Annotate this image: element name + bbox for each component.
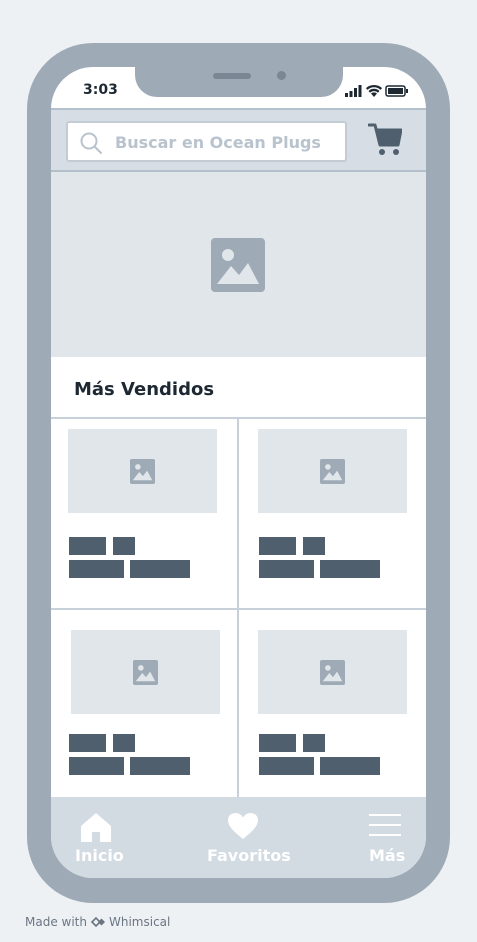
text-placeholder [69, 537, 106, 555]
text-placeholder [130, 560, 190, 578]
tab-inicio[interactable]: Inicio [69, 797, 129, 878]
search-icon [80, 132, 102, 154]
hero-banner-image[interactable] [51, 172, 426, 357]
signal-icon [345, 85, 362, 97]
product-image [258, 630, 407, 714]
front-camera [277, 71, 286, 80]
image-placeholder-icon [320, 660, 345, 685]
product-card[interactable] [51, 417, 237, 606]
image-placeholder-icon [133, 660, 158, 685]
text-placeholder [69, 560, 124, 578]
text-placeholder [259, 757, 314, 775]
text-placeholder [259, 537, 296, 555]
made-with-footer[interactable]: Made with Whimsical [25, 915, 170, 929]
text-placeholder [259, 734, 296, 752]
tab-favoritos[interactable]: Favoritos [201, 797, 291, 878]
product-image [258, 429, 407, 513]
tab-label: Más [369, 846, 406, 865]
phone-notch [135, 67, 343, 97]
phone-screen: 3:03 Buscar en Ocean Plugs Más Vendidos … [51, 67, 426, 878]
battery-icon [385, 85, 408, 97]
text-placeholder [69, 757, 124, 775]
text-placeholder [303, 537, 325, 555]
text-placeholder [69, 734, 106, 752]
heart-icon [228, 813, 258, 839]
text-placeholder [113, 537, 135, 555]
image-placeholder-icon [130, 459, 155, 484]
top-bar: Buscar en Ocean Plugs [51, 108, 426, 172]
product-image [68, 429, 217, 513]
product-image [71, 630, 220, 714]
tab-label: Favoritos [207, 846, 291, 865]
image-placeholder-icon [320, 459, 345, 484]
text-placeholder [130, 757, 190, 775]
hamburger-menu-icon [369, 814, 401, 836]
footer-text: Made with [25, 915, 87, 929]
home-icon [81, 813, 111, 842]
image-placeholder-icon [211, 238, 265, 292]
section-title: Más Vendidos [74, 379, 215, 400]
tab-mas[interactable]: Más [365, 797, 415, 878]
wifi-icon [366, 84, 382, 97]
whimsical-logo-icon [90, 916, 105, 928]
text-placeholder [259, 560, 314, 578]
product-card[interactable] [239, 417, 426, 606]
text-placeholder [320, 560, 380, 578]
phone-frame: 3:03 Buscar en Ocean Plugs Más Vendidos … [27, 43, 450, 903]
search-input[interactable]: Buscar en Ocean Plugs [66, 121, 347, 162]
cart-icon[interactable] [368, 121, 402, 157]
status-time: 3:03 [83, 82, 118, 98]
product-card[interactable] [239, 608, 426, 797]
tab-label: Inicio [75, 846, 124, 865]
text-placeholder [113, 734, 135, 752]
text-placeholder [303, 734, 325, 752]
text-placeholder [320, 757, 380, 775]
footer-brand: Whimsical [108, 915, 171, 929]
speaker-grille [213, 73, 251, 79]
product-card[interactable] [51, 608, 237, 797]
grid-divider [237, 417, 239, 798]
status-icons [345, 84, 410, 98]
bottom-tab-bar: Inicio Favoritos Más [51, 797, 426, 878]
search-placeholder: Buscar en Ocean Plugs [115, 133, 321, 152]
